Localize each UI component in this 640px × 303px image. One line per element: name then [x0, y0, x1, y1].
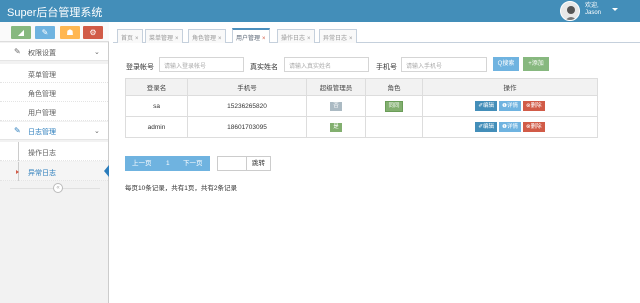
phone-input[interactable]: 请输入手机号 — [401, 57, 487, 72]
menu-permission-settings[interactable]: ✎ 权限设置 ⌄ — [0, 43, 108, 61]
column-header: 手机号 — [187, 78, 307, 96]
tab-role-management[interactable]: 角色管理 × — [188, 29, 226, 43]
login-account-input[interactable]: 请输入登录帐号 — [159, 57, 244, 72]
column-header: 角色 — [365, 78, 423, 96]
login-account-label: 登录帐号 — [126, 64, 154, 71]
caret-right-icon — [16, 170, 19, 174]
signal-icon[interactable]: ◢ — [11, 26, 31, 39]
tab-label: 首页 — [121, 36, 134, 42]
close-icon[interactable]: × — [218, 36, 222, 42]
tab-bar: 首页 × 菜单管理 × 角色管理 × 用户管理 × 操作日志 × 异常日志 × — [113, 27, 640, 43]
tab-exception-log[interactable]: 异常日志 × — [319, 29, 357, 43]
tab-label: 操作日志 — [281, 36, 306, 42]
sidebar-item-label: 菜单管理 — [28, 72, 56, 79]
edit-button[interactable]: ✐编辑 — [475, 122, 498, 132]
chevron-down-icon: ⌄ — [94, 49, 100, 56]
users-icon[interactable]: ☗ — [60, 26, 80, 39]
status-badge: 否 — [330, 101, 342, 111]
sidebar-item-menu-management[interactable]: 菜单管理 — [0, 64, 108, 83]
login-cell: sa — [125, 95, 188, 117]
app-title: Super后台管理系统 — [7, 7, 103, 19]
menu-group-label: 权限设置 — [28, 50, 56, 57]
tab-label: 用户管理 — [236, 36, 261, 42]
phone-label: 手机号 — [376, 64, 397, 71]
tab-user-management[interactable]: 用户管理 × — [232, 28, 270, 43]
table-row: sa 15236265820 否 同同 ✐编辑 ❶详情 ⊗删除 — [125, 95, 598, 117]
tab-label: 菜单管理 — [149, 36, 174, 42]
edit-button[interactable]: ✐编辑 — [475, 101, 498, 111]
status-badge: 是 — [330, 122, 342, 132]
tab-menu-management[interactable]: 菜单管理 × — [145, 29, 183, 43]
detail-button[interactable]: ❶详情 — [499, 122, 521, 132]
sidebar-item-user-management[interactable]: 用户管理 — [0, 102, 108, 121]
chevron-down-icon: ⌄ — [94, 128, 100, 135]
sidebar-item-label: 操作日志 — [28, 150, 56, 157]
table-header-row: 登录名 手机号 超级管理员 角色 操作 — [125, 78, 598, 96]
delete-button[interactable]: ⊗删除 — [522, 122, 545, 132]
detail-button[interactable]: ❶详情 — [499, 101, 521, 111]
caret-down-icon[interactable] — [612, 8, 618, 11]
avatar[interactable] — [560, 1, 580, 21]
welcome-text: 欢迎, — [585, 3, 599, 9]
close-icon[interactable]: × — [175, 36, 179, 42]
collapse-sidebar-icon[interactable]: « — [53, 183, 63, 193]
real-name-label: 真实姓名 — [250, 64, 278, 71]
super-admin-cell: 是 — [306, 116, 366, 138]
super-admin-cell: 否 — [306, 95, 366, 117]
edit-icon: ✎ — [14, 126, 21, 135]
sidebar-item-label: 用户管理 — [28, 110, 56, 117]
jump-button[interactable]: 跳转 — [247, 156, 271, 171]
menu-log-management[interactable]: ✎ 日志管理 ⌄ — [0, 122, 108, 140]
user-greeting[interactable]: 欢迎, Jason — [585, 3, 601, 17]
sidebar-item-operation-log[interactable]: 操作日志 — [0, 142, 108, 161]
top-navbar: Super后台管理系统 欢迎, Jason — [0, 0, 640, 22]
page-number[interactable]: 1 — [166, 156, 170, 171]
pencil-icon[interactable]: ✎ — [35, 26, 55, 39]
tree-line — [18, 142, 19, 161]
column-header: 登录名 — [125, 78, 188, 96]
sidebar-item-label: 角色管理 — [28, 91, 56, 98]
tab-operation-log[interactable]: 操作日志 × — [277, 29, 315, 43]
actions-cell: ✐编辑 ❶详情 ⊗删除 — [422, 95, 598, 117]
prev-page-button[interactable]: 上一页 — [132, 156, 152, 171]
page-jump-input[interactable] — [217, 156, 247, 171]
column-header: 操作 — [422, 78, 598, 96]
close-icon[interactable]: × — [262, 36, 266, 42]
close-icon[interactable]: × — [349, 36, 353, 42]
sidebar-shortcuts: ◢ ✎ ☗ ⚙ — [0, 22, 109, 42]
role-tag: 同同 — [385, 100, 403, 112]
search-button[interactable]: Q搜索 — [493, 57, 519, 71]
sidebar-item-exception-log[interactable]: 异常日志 — [0, 162, 109, 181]
active-indicator — [104, 165, 109, 177]
user-table: 登录名 手机号 超级管理员 角色 操作 sa 15236265820 否 同同 … — [125, 78, 598, 138]
login-cell: admin — [125, 116, 188, 138]
user-name: Jason — [585, 10, 602, 16]
menu-group-label: 日志管理 — [28, 129, 56, 136]
tab-label: 角色管理 — [192, 36, 217, 42]
tab-home[interactable]: 首页 × — [117, 29, 143, 43]
next-page-button[interactable]: 下一页 — [183, 156, 203, 171]
pagination-summary: 每页10条记录，共有1页，共有2条记录 — [125, 185, 237, 192]
phone-cell: 15236265820 — [187, 95, 307, 117]
role-cell — [365, 116, 423, 138]
delete-button[interactable]: ⊗删除 — [522, 101, 545, 111]
sidebar-item-label: 异常日志 — [28, 170, 56, 177]
sidebar: ◢ ✎ ☗ ⚙ ✎ 权限设置 ⌄ 菜单管理 角色管理 用户管理 ✎ 日志管理 ⌄… — [0, 22, 109, 303]
edit-icon: ✎ — [14, 47, 21, 56]
real-name-input[interactable]: 请输入真实姓名 — [284, 57, 369, 72]
close-icon[interactable]: × — [135, 36, 139, 42]
tab-label: 异常日志 — [323, 36, 348, 42]
pagination: 上一页 1 下一页 — [125, 156, 210, 171]
add-button[interactable]: +添加 — [523, 57, 549, 71]
phone-cell: 18601703095 — [187, 116, 307, 138]
actions-cell: ✐编辑 ❶详情 ⊗删除 — [422, 116, 598, 138]
cogs-icon[interactable]: ⚙ — [83, 26, 103, 39]
sidebar-item-role-management[interactable]: 角色管理 — [0, 83, 108, 102]
column-header: 超级管理员 — [306, 78, 366, 96]
table-row: admin 18601703095 是 ✐编辑 ❶详情 ⊗删除 — [125, 116, 598, 138]
close-icon[interactable]: × — [307, 36, 311, 42]
role-cell: 同同 — [365, 95, 423, 117]
